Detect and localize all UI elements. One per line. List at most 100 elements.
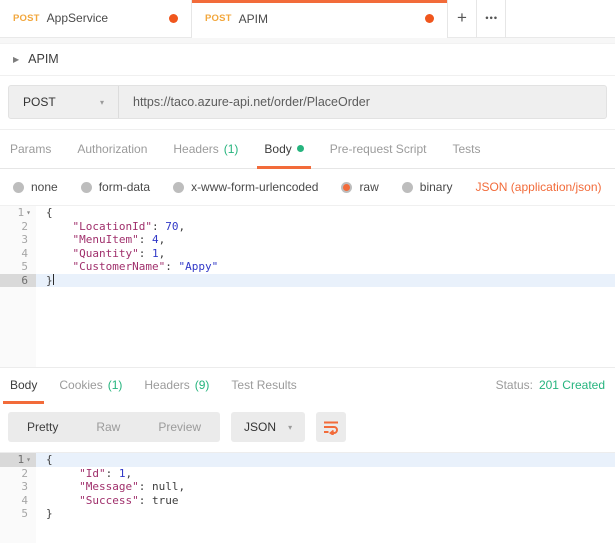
response-body-viewer[interactable]: 1 ▾ { 2 "Id": 1, 3 "Message": null, 4 "Su… [0,452,615,543]
line-number: 5 [21,260,28,274]
tab-appservice[interactable]: POST AppService [0,0,192,38]
code-line: 4 "Success": true [0,494,615,508]
view-pretty-button[interactable]: Pretty [8,420,77,434]
view-mode-segmented-control: Pretty Raw Preview [8,412,221,443]
tab-options-button[interactable]: ●●● [477,0,506,38]
status-badge: Status: 201 Created [496,378,605,392]
method-value: POST [23,95,56,110]
tab-body[interactable]: Body [257,130,312,170]
tab-label: Body [264,141,292,156]
collapse-caret-icon: ▶ [13,54,20,64]
code-line-active: 6 } [0,273,615,288]
radio-label: x-www-form-urlencoded [191,180,319,195]
line-number: 1 ▾ [0,453,36,467]
tab-bar-spacer [506,0,615,38]
unsaved-dot [425,14,434,24]
chevron-down-icon: ▾ [99,97,104,107]
tab-cookies[interactable]: Cookies (1) [59,368,122,403]
tab-response-headers[interactable]: Headers (9) [144,368,209,403]
radio-selected-icon [341,181,353,193]
wrap-text-icon [324,421,339,436]
radio-binary[interactable]: binary [401,180,453,195]
response-format-dropdown[interactable]: JSON ▾ [231,412,306,443]
code-line: 3 "MenuItem": 4, [0,233,615,247]
url-row: POST ▾ https://taco.azure-api.net/order/… [0,76,615,129]
collection-header[interactable]: ▶ APIM [0,44,615,76]
code-line: 2 "Id": 1, [0,467,615,481]
code-line: 3 "Message": null, [0,480,615,494]
line-number: 2 [21,466,28,480]
radio-x-www-form-urlencoded[interactable]: x-www-form-urlencoded [173,180,318,194]
radio-icon [401,181,413,193]
line-number: 4 [21,493,28,507]
line-number: 6 [0,273,36,288]
unsaved-dot [169,13,178,23]
line-number: 5 [21,507,28,521]
url-input[interactable]: https://taco.azure-api.net/order/PlaceOr… [119,95,384,109]
format-value: JSON [244,420,277,435]
tab-label: Headers [144,378,190,393]
view-preview-button[interactable]: Preview [139,420,220,434]
line-number: 3 [21,233,28,247]
body-type-row: none form-data x-www-form-urlencoded raw… [0,169,615,205]
response-tabs: Body Cookies (1) Headers (9) Test Result… [0,366,615,404]
radio-label: none [31,180,58,195]
ellipsis-icon: ●●● [484,15,498,22]
headers-count-badge: (1) [223,141,239,156]
fold-caret-icon[interactable]: ▾ [26,453,31,467]
radio-icon [80,181,92,193]
url-box: POST ▾ https://taco.azure-api.net/order/… [8,85,607,120]
request-body-editor[interactable]: 1 ▾ { 2 "LocationId": 70, 3 "MenuItem": 4… [0,205,615,368]
plus-icon: + [457,8,467,28]
tab-authorization[interactable]: Authorization [77,130,147,169]
radio-label: form-data [98,180,151,195]
method-badge: POST [13,12,40,24]
text-cursor [52,273,54,285]
fold-caret-icon[interactable]: ▾ [26,206,31,220]
content-type-dropdown[interactable]: JSON (application/json) [475,180,601,194]
wrap-text-button[interactable] [316,412,347,443]
code-line: 2 "LocationId": 70, [0,220,615,234]
radio-label: binary [419,180,453,195]
line-number: 1 ▾ [17,206,31,220]
method-dropdown[interactable]: POST ▾ [9,86,119,119]
request-tabs: Params Authorization Headers (1) Body Pr… [0,130,615,170]
code-line: 5 } [0,507,615,521]
tab-apim[interactable]: POST APIM [192,0,448,38]
radio-label: raw [359,180,379,195]
code-line: 5 "CustomerName": "Appy" [0,260,615,274]
tab-label: Authorization [77,141,148,156]
method-badge: POST [205,13,232,25]
line-number: 2 [21,219,28,233]
tab-label: Pre-request Script [329,141,427,156]
radio-none[interactable]: none [13,180,58,194]
tab-pre-request-script[interactable]: Pre-request Script [330,130,427,169]
code-line: 4 "Quantity": 1, [0,247,615,261]
chevron-down-icon: ▾ [288,422,293,432]
new-tab-button[interactable]: + [448,0,477,38]
tab-bar: POST AppService POST APIM + ●●● [0,0,615,38]
tab-params[interactable]: Params [10,130,51,169]
response-toolbar: Pretty Raw Preview JSON ▾ [0,403,615,453]
radio-icon [173,181,185,193]
collection-title: APIM [28,52,59,67]
line-number: 4 [21,246,28,260]
tab-headers[interactable]: Headers (1) [173,130,238,169]
headers-count-badge: (9) [194,378,210,393]
tab-title: APIM [238,11,269,26]
tab-label: Test Results [231,378,297,393]
tab-test-results[interactable]: Test Results [231,368,296,403]
tab-label: Body [10,378,38,393]
cookies-count-badge: (1) [107,378,123,393]
tab-response-body[interactable]: Body [2,368,45,404]
line-number: 3 [21,480,28,494]
status-value: 201 Created [538,378,605,393]
view-raw-button[interactable]: Raw [77,420,139,434]
body-set-dot [296,145,304,153]
radio-form-data[interactable]: form-data [80,180,151,195]
tab-tests[interactable]: Tests [452,130,480,169]
postman-window: POST AppService POST APIM + ●●● ▶ APIM P… [0,0,615,543]
radio-raw[interactable]: raw [341,180,379,195]
code-line: 1 ▾ { [0,206,615,220]
tab-label: Tests [452,141,481,156]
